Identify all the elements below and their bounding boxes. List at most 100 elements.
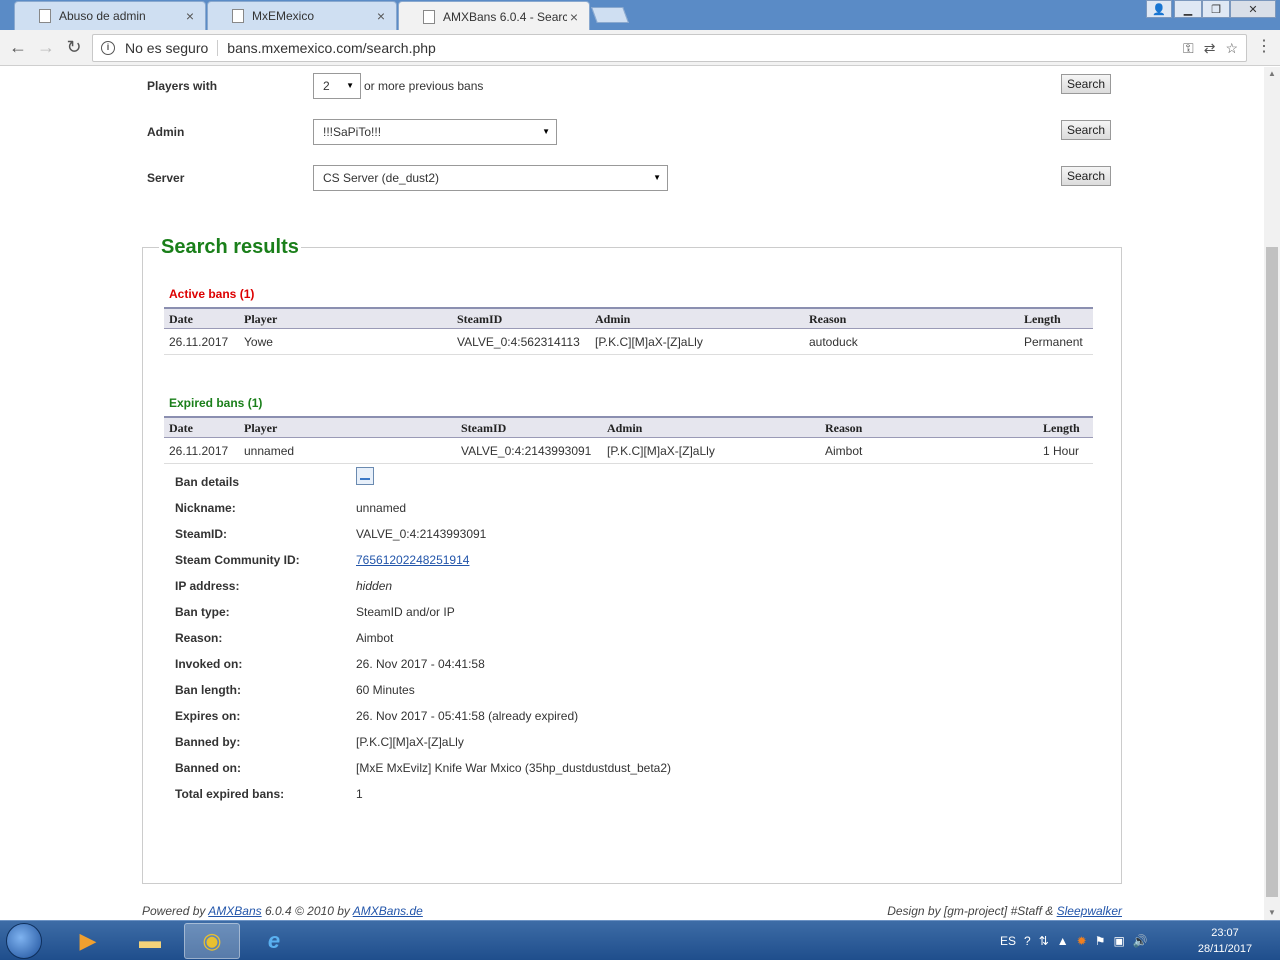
players-row: Players with 2 ▼ or more previous bans S… [147,73,1117,99]
admin-select[interactable]: !!!SaPiTo!!! ▼ [313,119,557,145]
folder-icon: ▬ [139,928,161,953]
chrome-logo-icon: ◉ [202,928,222,953]
detail-nickname: Nickname: unnamed [175,501,1075,521]
detail-label: Steam Community ID: [175,553,300,567]
dropdown-arrow-icon: ▼ [346,81,354,90]
url-text[interactable]: bans.mxemexico.com/search.php [227,40,436,56]
detail-label: IP address: [175,579,240,593]
close-window-button[interactable]: ✕ [1230,0,1276,18]
col-reason: Reason [809,312,847,326]
network-arrows-icon[interactable]: ⇅ [1039,934,1049,948]
network-icon[interactable]: ▣ [1113,934,1124,948]
ie-logo-icon: e [267,928,281,953]
search-admin-button[interactable]: Search [1061,120,1111,140]
detail-label: Ban length: [175,683,241,697]
minimize-button[interactable]: ▁ [1174,0,1202,18]
menu-icon[interactable]: ⋮ [1256,36,1272,56]
select-value: CS Server (de_dust2) [323,171,440,185]
scroll-thumb[interactable] [1266,247,1278,897]
table-row[interactable]: 26.11.2017 unnamed VALVE_0:4:2143993091 … [164,438,1093,464]
select-value: !!!SaPiTo!!! [323,125,382,139]
new-tab-button[interactable] [591,7,629,23]
col-date: Date [169,312,193,326]
sleepwalker-link[interactable]: Sleepwalker [1057,904,1122,918]
volume-icon[interactable]: 🔊 [1133,934,1148,948]
show-hidden-icons[interactable]: ▲ [1057,934,1069,948]
clock-time: 23:07 [1211,927,1239,939]
page-icon [423,9,435,24]
star-icon[interactable]: ☆ [1225,40,1238,57]
language-indicator[interactable]: ES [1000,934,1016,948]
close-icon[interactable]: × [567,9,581,25]
browser-titlebar: Abuso de admin × MxEMexico × AMXBans 6.0… [0,0,1280,31]
expired-bans-title: Expired bans (1) [169,396,263,410]
table-row[interactable]: 26.11.2017 Yowe VALVE_0:4:562314113 [P.K… [164,329,1093,355]
page-scrollbar[interactable]: ▲ ▼ [1264,67,1280,920]
tab-amxbans-search[interactable]: AMXBans 6.0.4 - Search × [398,1,590,31]
close-icon[interactable]: × [374,8,388,24]
cell-reason: autoduck [809,335,858,349]
detail-value: SteamID and/or IP [356,605,455,619]
media-player-icon[interactable]: ▶ [60,923,116,959]
footer-design-by: Design by [gm-project] #Staff & Sleepwal… [887,904,1122,918]
active-bans-title: Active bans (1) [169,287,255,301]
tab-label: MxEMexico [252,9,315,23]
system-tray: ES ? ⇅ ▲ ✹ ⚑ ▣ 🔊 [1000,921,1148,960]
detail-label: Reason: [175,631,223,645]
divider [217,40,219,56]
amxbans-link[interactable]: AMXBans [208,904,261,918]
back-arrow-icon[interactable]: ← [8,38,28,56]
flag-icon[interactable]: ⚑ [1095,934,1106,948]
info-icon[interactable]: i [101,41,115,55]
dropdown-arrow-icon: ▼ [653,173,661,182]
detail-banned-on: Banned on: [MxE MxEvilz] Knife War Mxico… [175,761,1075,781]
col-steamid: SteamID [461,421,507,435]
scroll-up-arrow-icon[interactable]: ▲ [1264,67,1280,81]
clock[interactable]: 23:07 28/11/2017 [1192,925,1258,957]
amxbans-de-link[interactable]: AMXBans.de [353,904,423,918]
detail-value: VALVE_0:4:2143993091 [356,527,487,541]
address-bar[interactable]: i No es seguro bans.mxemexico.com/search… [92,34,1247,62]
detail-value: unnamed [356,501,407,515]
key-icon[interactable]: ⚿ [1183,40,1194,57]
tab-mxemexico[interactable]: MxEMexico × [207,1,397,30]
restore-button[interactable]: ❐ [1202,0,1230,18]
col-date: Date [169,421,193,435]
tab-abuso-de-admin[interactable]: Abuso de admin × [14,1,206,30]
search-players-button[interactable]: Search [1061,74,1111,94]
clock-date: 28/11/2017 [1197,943,1253,955]
cell-player: unnamed [244,444,295,458]
server-select[interactable]: CS Server (de_dust2) ▼ [313,165,668,191]
scroll-down-arrow-icon[interactable]: ▼ [1264,906,1280,920]
detail-label: Invoked on: [175,657,243,671]
admin-row: Admin !!!SaPiTo!!! ▼ Search [147,119,1117,145]
translate-icon[interactable]: ⇄ [1204,40,1216,57]
close-icon[interactable]: × [183,8,197,24]
internet-explorer-icon[interactable]: e [246,923,302,959]
chrome-icon[interactable]: ◉ [184,923,240,959]
footer-powered-by: Powered by AMXBans 6.0.4 © 2010 by AMXBa… [142,904,423,918]
start-button[interactable] [6,923,42,959]
detail-banned-by: Banned by: [P.K.C][M]aX-[Z]aLly [175,735,1075,755]
user-icon[interactable]: 👤 [1146,0,1172,18]
ban-details-label: Ban details [175,475,240,489]
cell-length: Permanent [1024,335,1083,349]
antivirus-icon[interactable]: ✹ [1077,934,1087,948]
help-icon[interactable]: ? [1024,934,1031,948]
ban-details-heading: Ban details [175,467,1075,495]
detail-label: Expires on: [175,709,241,723]
page-content: Players with 2 ▼ or more previous bans S… [0,67,1264,920]
col-length: Length [1043,421,1080,435]
document-icon[interactable] [356,467,374,485]
players-count-select[interactable]: 2 ▼ [313,73,361,99]
steam-community-link[interactable]: 76561202248251914 [356,553,469,567]
file-explorer-icon[interactable]: ▬ [122,923,178,959]
detail-value: 26. Nov 2017 - 04:41:58 [356,657,485,671]
col-steamid: SteamID [457,312,503,326]
detail-label: SteamID: [175,527,228,541]
search-server-button[interactable]: Search [1061,166,1111,186]
detail-ban-type: Ban type: SteamID and/or IP [175,605,1075,625]
reload-icon[interactable]: ↻ [64,38,84,56]
cell-date: 26.11.2017 [169,335,229,349]
forward-arrow-icon[interactable]: → [36,38,56,56]
